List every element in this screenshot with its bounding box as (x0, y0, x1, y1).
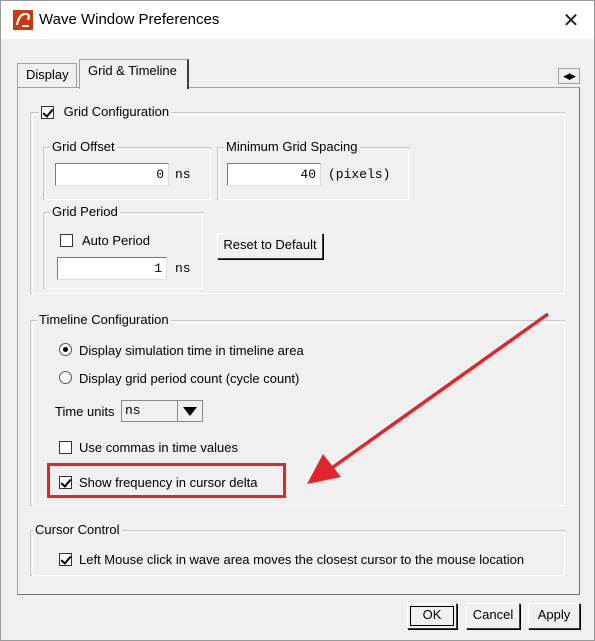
time-units-dropdown-button[interactable] (177, 400, 203, 422)
left-mouse-closest-cursor-label: Left Mouse click in wave area moves the … (79, 552, 525, 567)
minimum-grid-spacing-input[interactable]: 40 (227, 163, 321, 186)
ok-button[interactable]: OK (407, 603, 457, 629)
app-logo-icon (13, 10, 33, 30)
grid-configuration-label: Grid Configuration (63, 104, 170, 119)
close-button[interactable]: ✕ (548, 1, 594, 39)
chevron-down-icon (183, 406, 197, 416)
use-commas-label: Use commas in time values (79, 440, 238, 455)
grid-period-group: Grid Period Auto Period 1 ns (43, 204, 203, 289)
grid-offset-legend: Grid Offset (50, 139, 117, 155)
tab-display[interactable]: Display (17, 63, 77, 88)
display-simulation-time-label: Display simulation time in timeline area (79, 343, 304, 358)
cancel-button[interactable]: Cancel (466, 603, 520, 629)
annotation-highlight-box (47, 463, 286, 498)
grid-period-unit: ns (175, 261, 191, 276)
auto-period-checkbox[interactable] (60, 234, 73, 247)
grid-offset-group: Grid Offset 0 ns (43, 139, 211, 200)
grid-period-legend: Grid Period (50, 204, 120, 220)
grid-configuration-group: Grid Configuration Grid Offset 0 ns Mini… (30, 104, 565, 294)
display-simulation-time-radio[interactable] (59, 343, 72, 356)
title-bar[interactable]: Wave Window Preferences ✕ (1, 1, 594, 39)
use-commas-checkbox[interactable] (59, 441, 72, 454)
display-grid-period-count-label: Display grid period count (cycle count) (79, 371, 300, 386)
timeline-configuration-legend: Timeline Configuration (37, 312, 171, 328)
minimum-grid-spacing-group: Minimum Grid Spacing 40 (pixels) (217, 139, 409, 200)
display-grid-period-count-radio[interactable] (59, 371, 72, 384)
grid-offset-input[interactable]: 0 (55, 163, 169, 186)
time-units-select[interactable]: ns (121, 400, 179, 422)
left-mouse-closest-cursor-checkbox[interactable] (59, 553, 72, 566)
auto-period-label: Auto Period (82, 233, 150, 248)
grid-configuration-legend: Grid Configuration (39, 104, 172, 120)
grid-configuration-checkbox[interactable] (41, 106, 54, 120)
minimum-grid-spacing-legend: Minimum Grid Spacing (224, 139, 360, 155)
tab-scroll-arrows-icon[interactable]: ◀▶ (558, 68, 580, 84)
grid-offset-unit: ns (175, 167, 191, 182)
time-units-label: Time units (55, 404, 115, 419)
cursor-control-group: Cursor Control Left Mouse click in wave … (30, 522, 565, 576)
tab-grid-timeline[interactable]: Grid & Timeline (79, 59, 189, 89)
reset-to-default-button[interactable]: Reset to Default (217, 233, 323, 259)
minimum-grid-spacing-unit: (pixels) (328, 167, 391, 182)
grid-period-input[interactable]: 1 (57, 257, 167, 280)
close-icon: ✕ (562, 9, 580, 32)
annotation-arrow-icon (307, 312, 550, 484)
preferences-window: Wave Window Preferences ✕ Display Grid &… (0, 0, 595, 641)
cursor-control-legend: Cursor Control (33, 522, 122, 538)
window-title: Wave Window Preferences (39, 11, 220, 28)
apply-button[interactable]: Apply (528, 603, 580, 629)
